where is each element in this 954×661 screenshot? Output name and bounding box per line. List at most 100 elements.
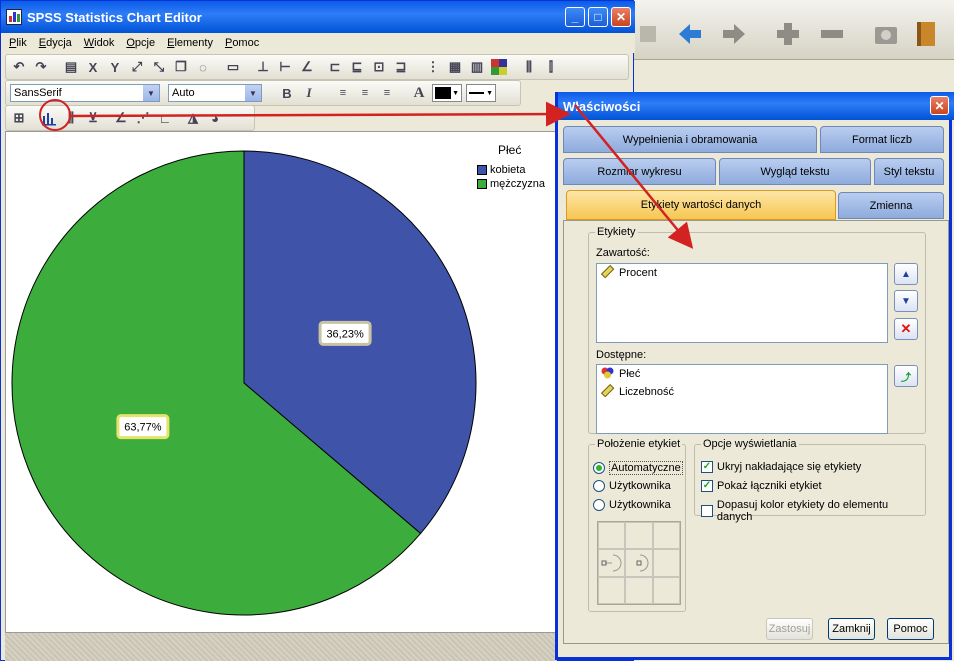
menu-elementy[interactable]: Elementy (161, 37, 219, 49)
chevron-down-icon[interactable]: ▼ (245, 85, 261, 101)
legend-icon[interactable]: ▥ (468, 58, 486, 76)
plus-icon[interactable] (774, 20, 802, 48)
data-label-mezczyzna[interactable]: 63,77% (116, 414, 170, 440)
title-icon[interactable]: ⊏ (326, 58, 344, 76)
position-grid[interactable] (597, 521, 681, 605)
columns-icon[interactable]: ⫿ (542, 58, 560, 76)
checkbox-show-connectors[interactable]: ✓ Pokaż łączniki etykiet (701, 480, 822, 492)
table-icon[interactable]: ⊞ (10, 109, 28, 127)
chevron-down-icon[interactable]: ▼ (143, 85, 159, 101)
book-icon[interactable] (912, 20, 940, 48)
props-close-button[interactable]: ✕ (930, 96, 949, 115)
available-item[interactable]: Płeć (597, 365, 887, 383)
abc-colors-icon[interactable] (490, 58, 508, 76)
redo-icon[interactable]: ↷ (32, 58, 50, 76)
pie-label-inside-icon[interactable] (625, 549, 653, 577)
remove-button[interactable]: ✕ (894, 318, 918, 340)
arrow-up-icon: ▲ (901, 268, 911, 280)
ref-line-y-icon[interactable]: ⊢ (276, 58, 294, 76)
radio-user-2[interactable]: Użytkownika (593, 499, 671, 511)
y-axis-icon[interactable]: Y (106, 58, 124, 76)
line-style-picker[interactable]: ▼ (466, 84, 496, 102)
line-icon[interactable]: ⋰ (134, 109, 152, 127)
footnote-icon[interactable]: ⊒ (392, 58, 410, 76)
minus-icon[interactable] (818, 20, 846, 48)
tab-panel: Etykiety Zawartość: Procent ▲ ▼ ✕ Dostęp… (563, 220, 949, 644)
properties-icon[interactable]: ▤ (62, 58, 80, 76)
ref-line-x-icon[interactable]: ⊥ (254, 58, 272, 76)
maximize-button[interactable]: □ (588, 7, 608, 27)
tab-variable[interactable]: Zmienna (838, 192, 944, 219)
menu-edycja[interactable]: Edycja (33, 37, 78, 49)
comment-icon[interactable]: ▭ (224, 58, 242, 76)
pie-explode-icon[interactable]: ◕ (206, 109, 224, 127)
available-item[interactable]: Liczebność (597, 383, 887, 401)
font-size-select[interactable]: Auto ▼ (168, 84, 262, 102)
legend-label: mężczyzna (490, 178, 546, 190)
close-button[interactable]: ✕ (611, 7, 631, 27)
camera-icon[interactable] (872, 20, 900, 48)
x-axis-icon[interactable]: X (84, 58, 102, 76)
tab-fill[interactable]: Wypełnienia i obramowania (563, 126, 817, 153)
menu-widok[interactable]: Widok (78, 37, 121, 49)
forward-arrow-icon[interactable] (720, 20, 748, 48)
apply-button[interactable]: Zastosuj (766, 618, 813, 640)
chart-canvas[interactable]: 36,23% 63,77% Płeć kobieta mężczyzna (5, 131, 557, 633)
available-list[interactable]: Płeć Liczebność (596, 364, 888, 434)
font-size-value: Auto (172, 87, 195, 99)
tab-chart-size[interactable]: Rozmiar wykresu (563, 158, 716, 185)
menu-pomoc[interactable]: Pomoc (219, 37, 265, 49)
checkbox-hide-overlapping[interactable]: ✓ Ukryj nakładające się etykiety (701, 461, 861, 473)
interpolation-icon[interactable]: ∠ (112, 109, 130, 127)
tab-text-style[interactable]: Styl tekstu (874, 158, 944, 185)
pin-icon[interactable] (634, 20, 662, 48)
back-arrow-icon[interactable] (676, 20, 704, 48)
area-icon[interactable]: ◮ (184, 109, 202, 127)
radio-automatic[interactable]: Automatyczne (593, 461, 683, 475)
tab-text-look[interactable]: Wygląd tekstu (719, 158, 871, 185)
tab-number-format[interactable]: Format liczb (820, 126, 944, 153)
pie-label-outside-icon[interactable] (598, 549, 626, 577)
align-left-icon[interactable]: ≡ (334, 84, 352, 102)
help-button[interactable]: Pomoc (887, 618, 934, 640)
textbox-icon[interactable]: ⊡ (370, 58, 388, 76)
radio-label: Użytkownika (609, 499, 671, 511)
checkbox-match-color[interactable]: Dopasuj kolor etykiety do elementu danyc… (701, 499, 925, 523)
undo-icon[interactable]: ↶ (10, 58, 28, 76)
background-toolbar (630, 0, 954, 60)
tab-data-labels[interactable]: Etykiety wartości danych (566, 190, 836, 220)
error-bars-icon[interactable]: ⊻ (84, 109, 102, 127)
move-down-button[interactable]: ▼ (894, 290, 918, 312)
text-color-button[interactable]: A (410, 84, 428, 102)
contents-list[interactable]: Procent (596, 263, 888, 343)
grid-icon[interactable]: ⋮ (424, 58, 442, 76)
font-family-select[interactable]: SansSerif ▼ (10, 84, 160, 102)
bold-button[interactable]: B (278, 84, 296, 102)
radio-user-1[interactable]: Użytkownika (593, 480, 671, 492)
menu-opcje[interactable]: Opcje (120, 37, 161, 49)
scale-icon[interactable]: ⤢ (128, 58, 146, 76)
available-item-label: Liczebność (619, 386, 675, 398)
copy-icon[interactable]: ❐ (172, 58, 190, 76)
gridlines-icon[interactable]: ▦ (446, 58, 464, 76)
axis-icon[interactable]: ∟ (156, 109, 174, 127)
lasso-icon[interactable]: ◌ (194, 58, 212, 76)
fit-line-icon[interactable]: ∠ (298, 58, 316, 76)
bar-chart-icon[interactable]: ⫼ (520, 58, 538, 76)
data-label-text: 36,23% (326, 328, 364, 340)
rescale-icon[interactable]: ⤡ (150, 58, 168, 76)
move-up-button[interactable]: ▲ (894, 263, 918, 285)
align-center-icon[interactable]: ≡ (356, 84, 374, 102)
minimize-button[interactable]: _ (565, 7, 585, 27)
contents-item[interactable]: Procent (597, 264, 887, 282)
fill-color-picker[interactable]: ▼ (432, 84, 462, 102)
close-dialog-button[interactable]: Zamknij (828, 618, 875, 640)
add-button[interactable]: ⤴ (894, 365, 918, 387)
annotation-icon[interactable]: ⊑ (348, 58, 366, 76)
align-right-icon[interactable]: ≡ (378, 84, 396, 102)
checkbox-label: Pokaż łączniki etykiet (717, 480, 822, 492)
properties-dialog: Właściwości ✕ Wypełnienia i obramowania … (555, 92, 954, 660)
italic-button[interactable]: I (300, 84, 318, 102)
menu-plik[interactable]: Plik (1, 37, 33, 49)
data-label-kobieta[interactable]: 36,23% (318, 320, 372, 346)
